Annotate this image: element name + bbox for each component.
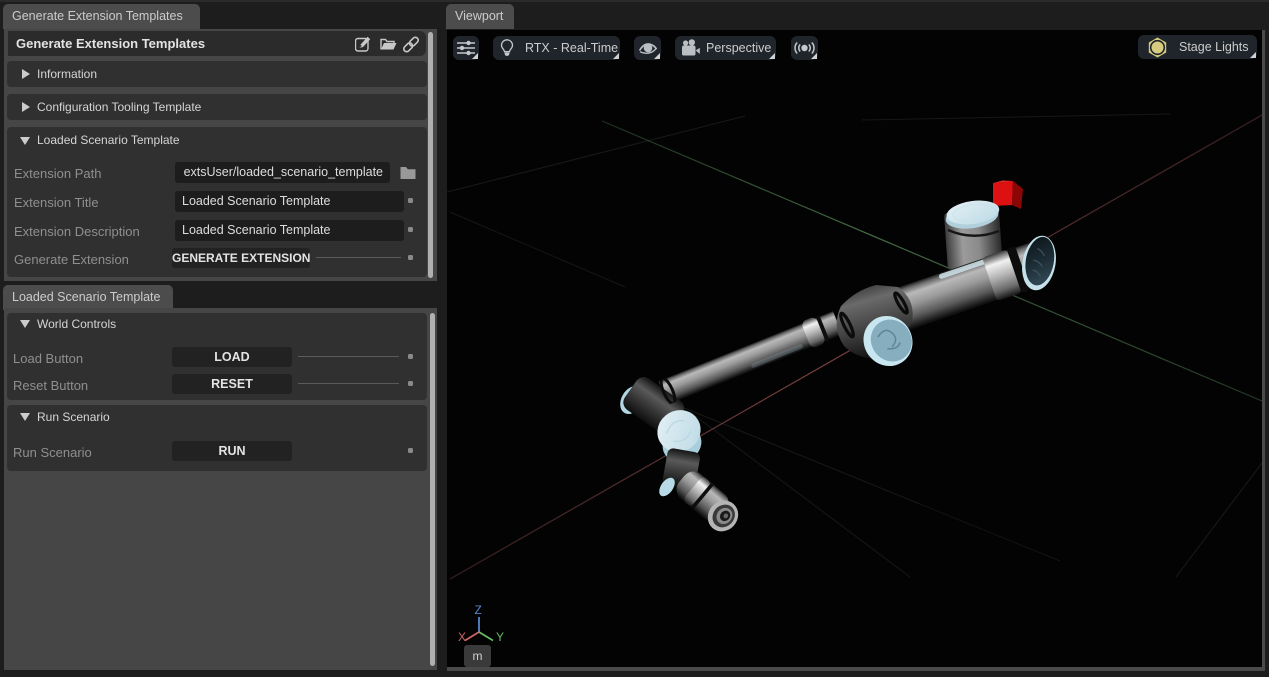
svg-text:Y: Y xyxy=(496,630,504,644)
svg-text:X: X xyxy=(458,630,466,644)
svg-text:Z: Z xyxy=(475,603,482,617)
